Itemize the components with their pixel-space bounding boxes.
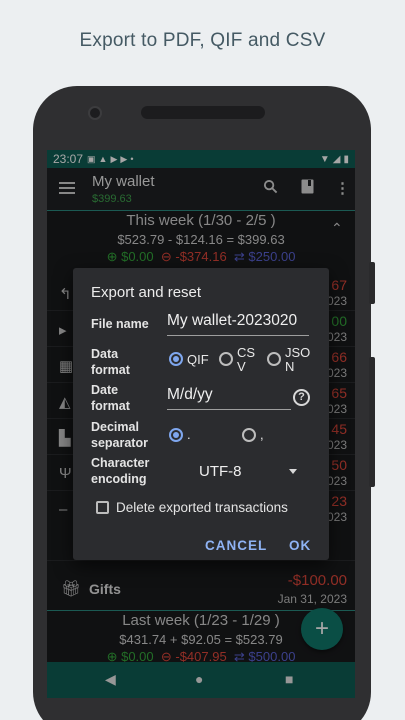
dropdown-caret-icon[interactable]	[289, 469, 297, 474]
encoding-select[interactable]: UTF-8	[199, 463, 242, 480]
cancel-button[interactable]: CANCEL	[205, 538, 267, 553]
character-encoding-label: Character encoding	[91, 456, 150, 486]
file-name-label: File name	[91, 317, 149, 331]
format-csv-radio[interactable]	[219, 352, 233, 366]
format-csv-label[interactable]: CS V	[237, 346, 255, 374]
volume-button	[369, 357, 375, 487]
date-format-input[interactable]: M/d/yy	[167, 386, 291, 410]
date-format-label: Date format	[91, 383, 130, 413]
promo-caption: Export to PDF, QIF and CSV	[79, 30, 326, 51]
delete-exported-checkbox[interactable]	[96, 501, 109, 514]
format-qif-radio[interactable]	[169, 352, 183, 366]
front-camera	[88, 106, 102, 120]
power-button	[369, 262, 375, 304]
format-json-label[interactable]: JSO N	[285, 346, 310, 374]
format-json-radio[interactable]	[267, 352, 281, 366]
app-screen: 23:07 ▣ ▲ ▶ ▶ • ▼ ◢ ▮ My wallet $399.63 …	[47, 150, 355, 698]
decimal-comma-label[interactable]: ,	[260, 428, 264, 442]
file-name-input[interactable]: My wallet-2023020	[167, 312, 309, 336]
export-dialog: Export and reset File name My wallet-202…	[73, 268, 329, 560]
decimal-separator-label: Decimal separator	[91, 420, 148, 450]
decimal-dot-radio[interactable]	[169, 428, 183, 442]
decimal-dot-label[interactable]: .	[187, 428, 191, 442]
dialog-title: Export and reset	[91, 284, 202, 301]
help-icon[interactable]: ?	[293, 389, 310, 406]
earpiece-speaker	[141, 106, 265, 119]
ok-button[interactable]: OK	[289, 538, 311, 553]
decimal-comma-radio[interactable]	[242, 428, 256, 442]
data-format-label: Data format	[91, 347, 130, 377]
format-qif-label[interactable]: QIF	[187, 353, 209, 367]
delete-exported-label[interactable]: Delete exported transactions	[116, 500, 288, 515]
